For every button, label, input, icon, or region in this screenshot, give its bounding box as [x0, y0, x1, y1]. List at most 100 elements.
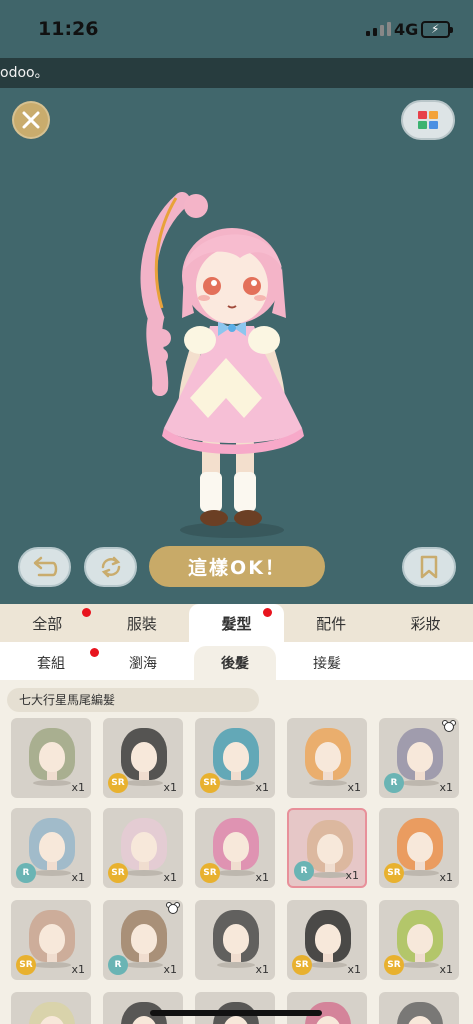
mannequin-base [309, 780, 347, 786]
undo-icon [33, 556, 57, 577]
tab-label: 配件 [316, 614, 347, 633]
hair-item[interactable]: SR x1 [103, 808, 183, 888]
hair-item[interactable]: x1 [11, 718, 91, 798]
mannequin-base [401, 780, 439, 786]
hair-item[interactable] [195, 992, 275, 1024]
hair-item[interactable]: SR x1 [195, 718, 275, 798]
rarity-badge: SR [384, 955, 404, 975]
hair-item[interactable]: Rx1 [103, 900, 183, 980]
item-quantity: x1 [71, 871, 85, 884]
undo-button[interactable] [18, 547, 71, 587]
mannequin-base [401, 870, 439, 876]
mannequin-head [315, 924, 341, 954]
hair-item[interactable]: SR x1 [103, 718, 183, 798]
home-indicator [150, 1010, 322, 1016]
tab-back-hair[interactable]: 後髮 [194, 646, 276, 680]
mannequin-base [217, 870, 255, 876]
hair-item[interactable] [103, 992, 183, 1024]
rarity-badge: SR [384, 863, 404, 883]
hair-item[interactable]: Rx1 [379, 718, 459, 798]
item-quantity: x1 [71, 963, 85, 976]
hair-item[interactable] [287, 992, 367, 1024]
hair-item[interactable] [11, 992, 91, 1024]
item-quantity: x1 [345, 869, 359, 882]
hair-item[interactable]: Rx1 [287, 808, 367, 888]
palette-grid-icon [418, 111, 438, 129]
announcement-ticker: odoo。 [0, 58, 473, 88]
tab-hair-extension[interactable]: 接髮 [286, 646, 368, 680]
mannequin-base [125, 962, 163, 968]
mannequin-base [401, 962, 439, 968]
bookmark-icon [420, 555, 438, 579]
tab-accessories[interactable]: 配件 [284, 604, 379, 642]
hair-item[interactable]: SR x1 [11, 900, 91, 980]
hair-item[interactable]: x1 [195, 900, 275, 980]
mannequin-base [33, 870, 71, 876]
item-quantity: x1 [439, 871, 453, 884]
item-quantity: x1 [439, 781, 453, 794]
set-name-label: 七大行星馬尾編髮 [7, 688, 259, 712]
tab-clothing[interactable]: 服裝 [95, 604, 190, 642]
mannequin-base [217, 780, 255, 786]
tab-all[interactable]: 全部 [0, 604, 95, 642]
mannequin-head [131, 742, 157, 772]
mannequin-base [217, 962, 255, 968]
rarity-badge: R [108, 955, 128, 975]
confirm-outfit-button[interactable]: 這樣OK！ [149, 546, 325, 587]
item-quantity: x1 [347, 963, 361, 976]
hair-item[interactable] [379, 992, 459, 1024]
item-quantity: x1 [255, 963, 269, 976]
tab-label: 髮型 [221, 614, 252, 633]
signal-icon [366, 22, 391, 36]
rarity-badge: SR [16, 955, 36, 975]
notification-dot [82, 608, 91, 617]
network-label: 4G [394, 20, 419, 39]
item-quantity: x1 [255, 781, 269, 794]
mannequin-head [315, 742, 341, 772]
mannequin-head [407, 742, 433, 772]
rarity-badge: SR [108, 773, 128, 793]
notification-dot [263, 608, 273, 617]
item-quantity: x1 [255, 871, 269, 884]
close-button[interactable] [12, 101, 50, 139]
hair-item[interactable]: SR x1 [195, 808, 275, 888]
tab-bangs[interactable]: 瀏海 [102, 646, 184, 680]
hair-item[interactable]: Rx1 [11, 808, 91, 888]
battery-icon: ⚡ [421, 21, 453, 38]
rotate-button[interactable] [84, 547, 137, 587]
mannequin-head [223, 832, 249, 862]
mannequin-head [39, 742, 65, 772]
palette-button[interactable] [401, 100, 455, 140]
item-quantity: x1 [163, 781, 177, 794]
item-quantity: x1 [347, 781, 361, 794]
mannequin-base [33, 780, 71, 786]
rarity-badge: R [384, 773, 404, 793]
item-grid: 七大行星馬尾編髮 x1 SR x1 SR x1 x1 Rx1 Rx1 SR x1 SR x1 Rx1 SR… [0, 680, 473, 1024]
bookmark-button[interactable] [402, 547, 456, 587]
mannequin-head [407, 924, 433, 954]
mannequin-head [39, 832, 65, 862]
mannequin-base [33, 962, 71, 968]
tab-makeup[interactable]: 彩妝 [378, 604, 473, 642]
character-avatar [140, 192, 304, 538]
hair-item[interactable]: SR x1 [379, 808, 459, 888]
hair-item[interactable]: x1 [287, 718, 367, 798]
tab-label: 套組 [37, 656, 65, 672]
mannequin-base [125, 780, 163, 786]
close-icon [22, 111, 40, 129]
mannequin-head [223, 924, 249, 954]
item-quantity: x1 [163, 871, 177, 884]
item-quantity: x1 [439, 963, 453, 976]
mannequin-head [317, 834, 343, 864]
tab-hairstyle[interactable]: 髮型 [189, 604, 284, 642]
rarity-badge: SR [200, 773, 220, 793]
mannequin-base [309, 962, 347, 968]
notification-dot [90, 648, 99, 657]
tab-label: 彩妝 [410, 614, 441, 633]
bear-icon [442, 720, 456, 732]
mannequin-head [223, 742, 249, 772]
hair-item[interactable]: SR x1 [379, 900, 459, 980]
tab-hair-set[interactable]: 套組 [10, 646, 99, 680]
hair-item[interactable]: SR x1 [287, 900, 367, 980]
rarity-badge: SR [292, 955, 312, 975]
